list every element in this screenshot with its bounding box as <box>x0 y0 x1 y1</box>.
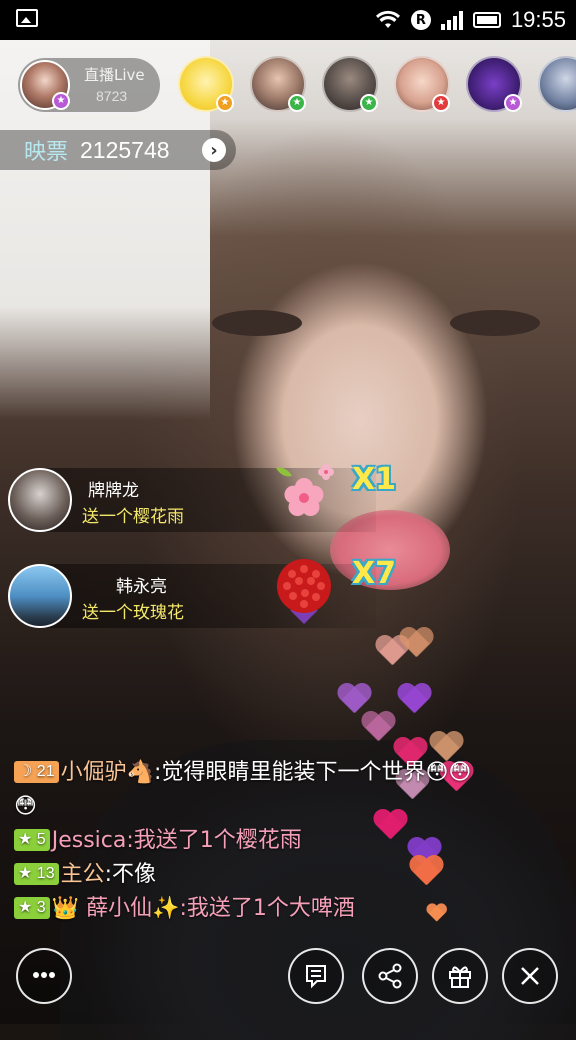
chat-text: 不像 <box>112 862 157 887</box>
user-level-badge: ☽ 21 <box>14 761 59 783</box>
level-number: 13 <box>36 865 55 882</box>
level-star-icon: ★ <box>432 94 450 112</box>
viewer-avatar-4[interactable]: ★ <box>394 56 450 112</box>
chat-list: ☽ 21 小倔驴🐴:觉得眼睛里能装下一个世界😳😳😳 ★ 5 Jessica:我送了1… <box>14 756 484 926</box>
rose-bouquet-icon <box>277 559 331 624</box>
image-notification-icon <box>16 9 38 27</box>
user-level-badge: ★ 3 <box>14 897 50 919</box>
chat-username[interactable]: Jessica <box>52 828 127 853</box>
chat-separator: : <box>104 862 113 887</box>
host-level-star-icon: ★ <box>52 92 70 110</box>
gift-button[interactable] <box>432 948 488 1004</box>
heart-icon <box>362 712 396 742</box>
username-emoji: 🐴 <box>126 760 155 785</box>
host-info-pill[interactable]: ★ 直播Live 8723 <box>16 56 162 114</box>
share-icon <box>378 963 402 989</box>
status-bar: R 19:55 <box>0 0 576 40</box>
user-level-badge: ★ 13 <box>14 863 59 885</box>
chat-input-button[interactable] <box>16 948 72 1004</box>
avatar[interactable] <box>538 56 576 112</box>
level-number: 3 <box>36 899 46 916</box>
video-eye-left <box>212 310 302 336</box>
gift-sender: 韩永亮 <box>116 577 167 597</box>
chat-message: ☽ 21 小倔驴🐴:觉得眼睛里能装下一个世界😳😳😳 <box>14 756 484 824</box>
gift-action: 送一个玫瑰花 <box>82 603 184 623</box>
wifi-icon <box>375 10 400 28</box>
gift-multiplier-1: X1 <box>352 462 397 497</box>
chat-message: ★ 5 Jessica:我送了1个樱花雨 <box>14 824 484 858</box>
r-badge-icon: R <box>410 10 431 30</box>
private-message-button[interactable] <box>288 948 344 1004</box>
ticket-label: 映票 <box>24 140 69 165</box>
chat-username[interactable]: 👑 薛小仙✨ <box>52 896 180 921</box>
heart-icon <box>400 628 434 658</box>
chat-separator: : <box>126 828 134 853</box>
status-time: 19:55 <box>510 7 566 32</box>
host-viewer-count: 8723 <box>96 88 128 104</box>
heart-icon <box>398 684 432 714</box>
private-message-icon <box>306 965 326 989</box>
gift-action: 送一个樱花雨 <box>82 507 184 527</box>
cherry-blossom-icon <box>276 464 334 516</box>
level-star-icon: ★ <box>216 94 234 112</box>
chat-message: ★ 13 主公:不像 <box>14 858 484 892</box>
viewer-avatar-1[interactable]: ★ <box>178 56 234 112</box>
viewer-avatar-5[interactable]: ★ <box>466 56 522 112</box>
chat-username[interactable]: 小倔驴 <box>61 760 127 785</box>
close-button[interactable] <box>502 948 558 1004</box>
gift-multiplier-2: X7 <box>352 556 397 591</box>
host-title: 直播Live <box>84 66 145 84</box>
chat-text: 我送了1个樱花雨 <box>133 828 302 853</box>
chat-separator: : <box>179 896 187 921</box>
level-number: 21 <box>36 763 55 780</box>
gift-icon <box>449 966 471 988</box>
level-star-icon: ★ <box>288 94 306 112</box>
chat-message: ★ 3 👑 薛小仙✨:我送了1个大啤酒 <box>14 892 484 926</box>
viewer-avatar-2[interactable]: ★ <box>250 56 306 112</box>
heart-icon <box>338 684 372 714</box>
signal-icon <box>440 10 463 30</box>
chat-username[interactable]: 主公 <box>61 862 105 887</box>
user-level-badge: ★ 5 <box>14 829 50 851</box>
viewer-avatar-3[interactable]: ★ <box>322 56 378 112</box>
video-eye-right <box>450 310 540 336</box>
chat-text: 我送了1个大啤酒 <box>186 896 355 921</box>
chat-bubble-icon <box>33 972 55 978</box>
ticket-value: 2125748 <box>80 136 170 163</box>
level-star-icon: ★ <box>504 94 522 112</box>
sender-avatar[interactable] <box>8 468 72 532</box>
gift-sender: 牌牌龙 <box>88 481 139 501</box>
ticket-bar[interactable]: 映票 2125748 › <box>0 130 236 170</box>
viewer-avatar-partial[interactable] <box>538 56 576 112</box>
battery-icon <box>472 12 501 28</box>
chevron-right-icon[interactable]: › <box>202 138 226 162</box>
share-button[interactable] <box>362 948 418 1004</box>
close-icon <box>521 967 539 985</box>
level-number: 5 <box>36 831 46 848</box>
sender-avatar[interactable] <box>8 564 72 628</box>
level-star-icon: ★ <box>360 94 378 112</box>
